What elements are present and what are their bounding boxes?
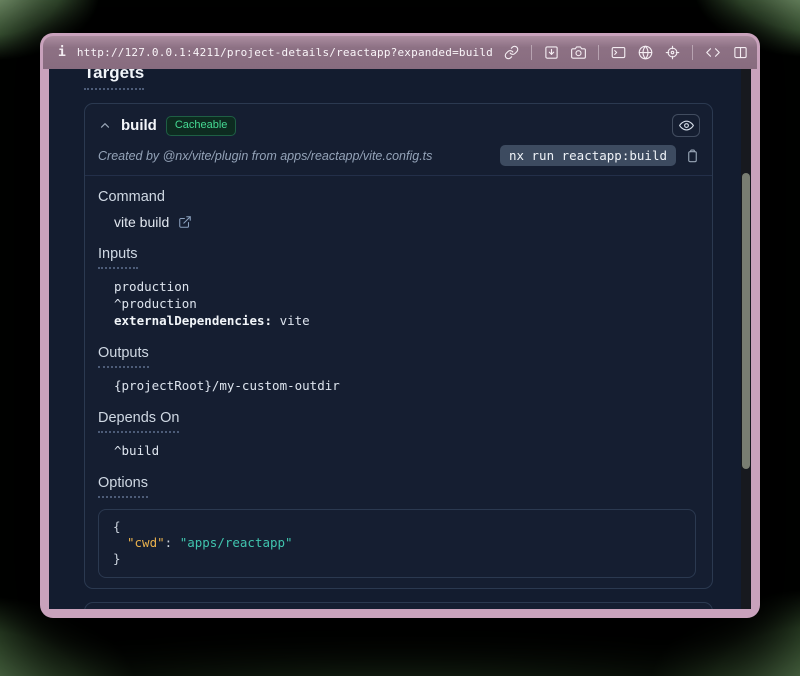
link-icon[interactable] [504,45,519,60]
json-line: "cwd": "apps/reactapp" [113,535,681,551]
toolbar-separator [598,45,599,60]
toolbar-separator [692,45,693,60]
build-target-header[interactable]: build Cacheable Created by @nx/vite/plug… [85,104,712,176]
browser-toolbar: i http://127.0.0.1:4211/project-details/… [43,36,757,69]
command-value: vite build [114,214,169,230]
serve-target-card: serve vite serve [84,602,713,609]
json-line: { [113,519,681,535]
browser-window: i http://127.0.0.1:4211/project-details/… [40,33,760,618]
depends-on-item: ^build [114,442,696,459]
outputs-section-label: Outputs [98,345,149,368]
depends-on-section-label: Depends On [98,410,179,433]
serve-target-header[interactable]: serve vite serve [85,603,712,609]
options-json-block: { "cwd": "apps/reactapp" } [98,509,696,578]
eye-icon [679,118,694,133]
target-name: build [121,117,157,134]
inputs-list: production ^production externalDependenc… [114,278,696,329]
code-icon[interactable] [705,45,721,60]
content-viewport: Targets build Cacheable Created by @nx/v… [49,69,751,609]
created-by-text: Created by @nx/vite/plugin from apps/rea… [98,149,432,163]
options-section-label: Options [98,475,148,498]
chevron-up-icon [98,119,112,133]
url-text[interactable]: http://127.0.0.1:4211/project-details/re… [77,46,493,59]
globe-icon[interactable] [638,45,653,60]
split-panel-icon[interactable] [733,45,748,60]
cacheable-badge: Cacheable [166,116,237,136]
view-target-button[interactable] [672,114,700,137]
external-link-icon[interactable] [178,215,192,229]
info-icon: i [58,45,66,60]
toolbar-actions [504,45,748,60]
camera-icon[interactable] [571,45,586,60]
build-target-details: Command vite build Inputs production ^pr… [85,176,712,588]
outputs-list: {projectRoot}/my-custom-outdir [114,377,696,394]
json-line: } [113,551,681,567]
crosshair-icon[interactable] [665,45,680,60]
inputs-section-label: Inputs [98,246,138,269]
run-command-chip: nx run reactapp:build [500,145,676,166]
copy-icon [685,148,700,164]
scrollbar-thumb[interactable] [742,173,750,469]
input-item: production [114,278,696,295]
input-item: externalDependencies: vite [114,312,696,329]
command-section-label: Command [98,189,696,205]
terminal-icon[interactable] [611,45,626,60]
build-target-card: build Cacheable Created by @nx/vite/plug… [84,103,713,589]
copy-command-button[interactable] [685,148,700,164]
toolbar-separator [531,45,532,60]
output-item: {projectRoot}/my-custom-outdir [114,377,696,394]
import-icon[interactable] [544,45,559,60]
input-item: ^production [114,295,696,312]
page-title: Targets [84,69,144,90]
project-details-content: Targets build Cacheable Created by @nx/v… [49,69,751,609]
depends-on-list: ^build [114,442,696,459]
scrollbar-track[interactable] [741,69,751,609]
